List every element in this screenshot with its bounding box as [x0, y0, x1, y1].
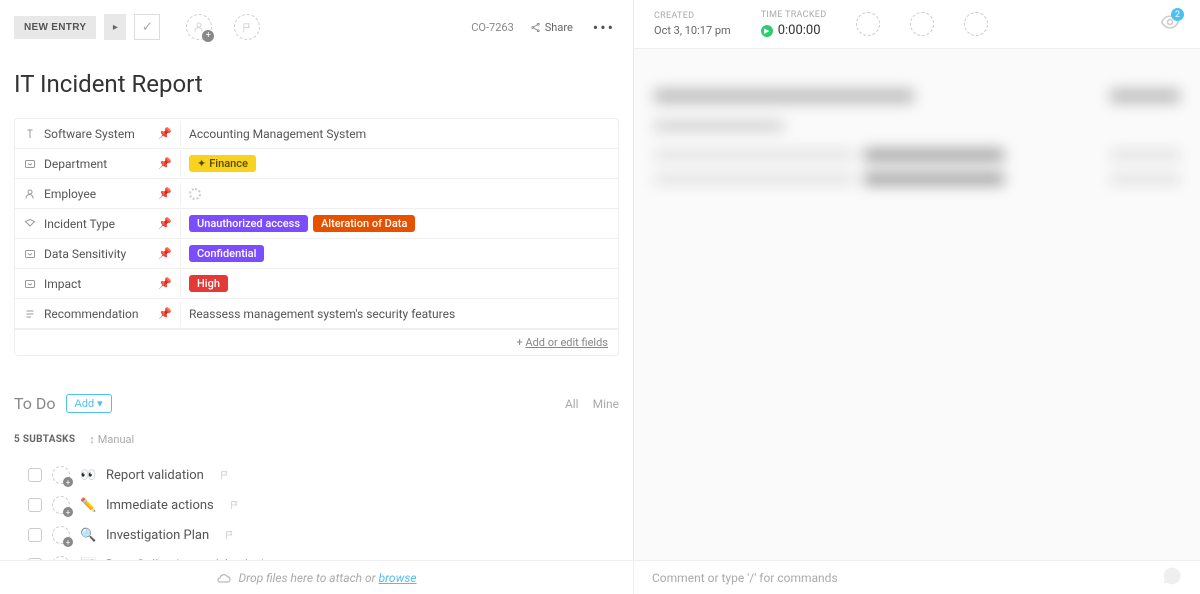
- pin-icon[interactable]: 📌: [158, 187, 172, 200]
- notification-badge: 2: [1171, 8, 1184, 21]
- pin-icon[interactable]: 📌: [158, 157, 172, 170]
- person-icon: [23, 187, 37, 201]
- incident-type-value[interactable]: Unauthorized accessAlteration of Data: [180, 210, 618, 237]
- employee-value[interactable]: [180, 183, 618, 205]
- custom-fields: Software System 📌 Accounting Management S…: [14, 118, 619, 356]
- flag-icon: [242, 22, 253, 33]
- tracked-label: TIME TRACKED: [761, 10, 827, 20]
- field-label: Software System: [44, 127, 135, 141]
- page-title: IT Incident Report: [14, 70, 619, 98]
- tracked-value: 0:00:00: [778, 23, 821, 38]
- add-subtask-button[interactable]: Add ▾: [66, 394, 112, 413]
- checkbox[interactable]: [28, 528, 42, 542]
- subtask-name: Report validation: [106, 468, 204, 483]
- pin-icon[interactable]: 📌: [158, 307, 172, 320]
- assignee-add-mini[interactable]: [52, 466, 70, 484]
- share-icon: [530, 22, 541, 33]
- todo-title: To Do: [14, 394, 56, 413]
- checkbox[interactable]: [28, 468, 42, 482]
- field-label: Department: [44, 157, 107, 171]
- subtask-row[interactable]: 👀 Report validation: [14, 460, 619, 490]
- share-button[interactable]: Share: [522, 17, 581, 38]
- department-value[interactable]: ✦ Finance: [180, 150, 618, 177]
- created-label: CREATED: [654, 11, 731, 21]
- filter-mine[interactable]: Mine: [593, 397, 619, 411]
- play-icon[interactable]: ▶: [761, 25, 773, 37]
- task-id: CO-7263: [471, 21, 514, 34]
- field-label: Employee: [44, 187, 96, 201]
- sensitivity-value[interactable]: Confidential: [180, 240, 618, 267]
- subtask-row[interactable]: 📊 Data Collection and Analysis: [14, 550, 619, 560]
- created-value: Oct 3, 10:17 pm: [654, 24, 731, 37]
- timer-action[interactable]: [910, 12, 934, 36]
- subtask-name: Immediate actions: [106, 498, 214, 513]
- subtask-row[interactable]: ✏️ Immediate actions: [14, 490, 619, 520]
- field-label: Impact: [44, 277, 81, 291]
- new-entry-button[interactable]: NEW ENTRY: [14, 16, 96, 39]
- text-icon: [23, 127, 37, 141]
- flag-icon[interactable]: [220, 470, 230, 480]
- subtasks-count: 5 SUBTASKS: [14, 434, 75, 445]
- dropdown-icon: [23, 277, 37, 291]
- send-icon[interactable]: [1162, 566, 1182, 589]
- flag-icon[interactable]: [230, 500, 240, 510]
- software-system-value[interactable]: Accounting Management System: [180, 122, 618, 146]
- text-icon: [23, 307, 37, 321]
- pin-icon[interactable]: 📌: [158, 127, 172, 140]
- timer-action[interactable]: [964, 12, 988, 36]
- assignee-add[interactable]: +: [186, 14, 212, 40]
- subtask-emoji-icon: 🔍: [80, 528, 96, 543]
- more-menu[interactable]: •••: [589, 18, 619, 37]
- sort-control[interactable]: ↕ Manual: [89, 433, 134, 446]
- recommendation-value[interactable]: Reassess management system's security fe…: [180, 302, 618, 326]
- pin-icon[interactable]: 📌: [158, 217, 172, 230]
- notifications[interactable]: 2: [1160, 12, 1180, 36]
- field-label: Data Sensitivity: [44, 247, 126, 261]
- comment-input[interactable]: Comment or type '/' for commands: [652, 571, 838, 585]
- subtask-emoji-icon: 👀: [80, 468, 96, 483]
- field-label: Incident Type: [44, 217, 115, 231]
- loading-icon: [189, 188, 201, 200]
- browse-link[interactable]: browse: [379, 571, 417, 585]
- impact-value[interactable]: High: [180, 270, 618, 297]
- add-edit-fields[interactable]: + Add or edit fields: [15, 329, 618, 355]
- cloud-icon: [216, 570, 232, 586]
- subtasks-list: 👀 Report validation ✏️ Immediate actions…: [14, 460, 619, 560]
- attachment-dropzone[interactable]: Drop files here to attach or browse: [0, 561, 633, 594]
- new-entry-dropdown[interactable]: ▸: [104, 14, 126, 40]
- checkbox[interactable]: [28, 498, 42, 512]
- filter-all[interactable]: All: [565, 397, 579, 411]
- pin-icon[interactable]: 📌: [158, 277, 172, 290]
- pin-icon[interactable]: 📌: [158, 247, 172, 260]
- dropdown-icon: [23, 247, 37, 261]
- field-label: Recommendation: [44, 307, 139, 321]
- complete-button[interactable]: ✓: [134, 14, 160, 40]
- priority-set[interactable]: [234, 14, 260, 40]
- subtask-emoji-icon: ✏️: [80, 498, 96, 513]
- right-header: CREATED Oct 3, 10:17 pm TIME TRACKED ▶ 0:…: [634, 0, 1200, 49]
- dropdown-icon: [23, 157, 37, 171]
- tag-icon: [23, 217, 37, 231]
- timer-action[interactable]: [856, 12, 880, 36]
- assignee-add-mini[interactable]: [52, 496, 70, 514]
- subtask-name: Investigation Plan: [106, 528, 209, 543]
- activity-panel: [634, 49, 1200, 237]
- subtask-row[interactable]: 🔍 Investigation Plan: [14, 520, 619, 550]
- toolbar: NEW ENTRY ▸ ✓ + CO-7263 Share •••: [14, 14, 619, 40]
- flag-icon[interactable]: [225, 530, 235, 540]
- assignee-add-mini[interactable]: [52, 526, 70, 544]
